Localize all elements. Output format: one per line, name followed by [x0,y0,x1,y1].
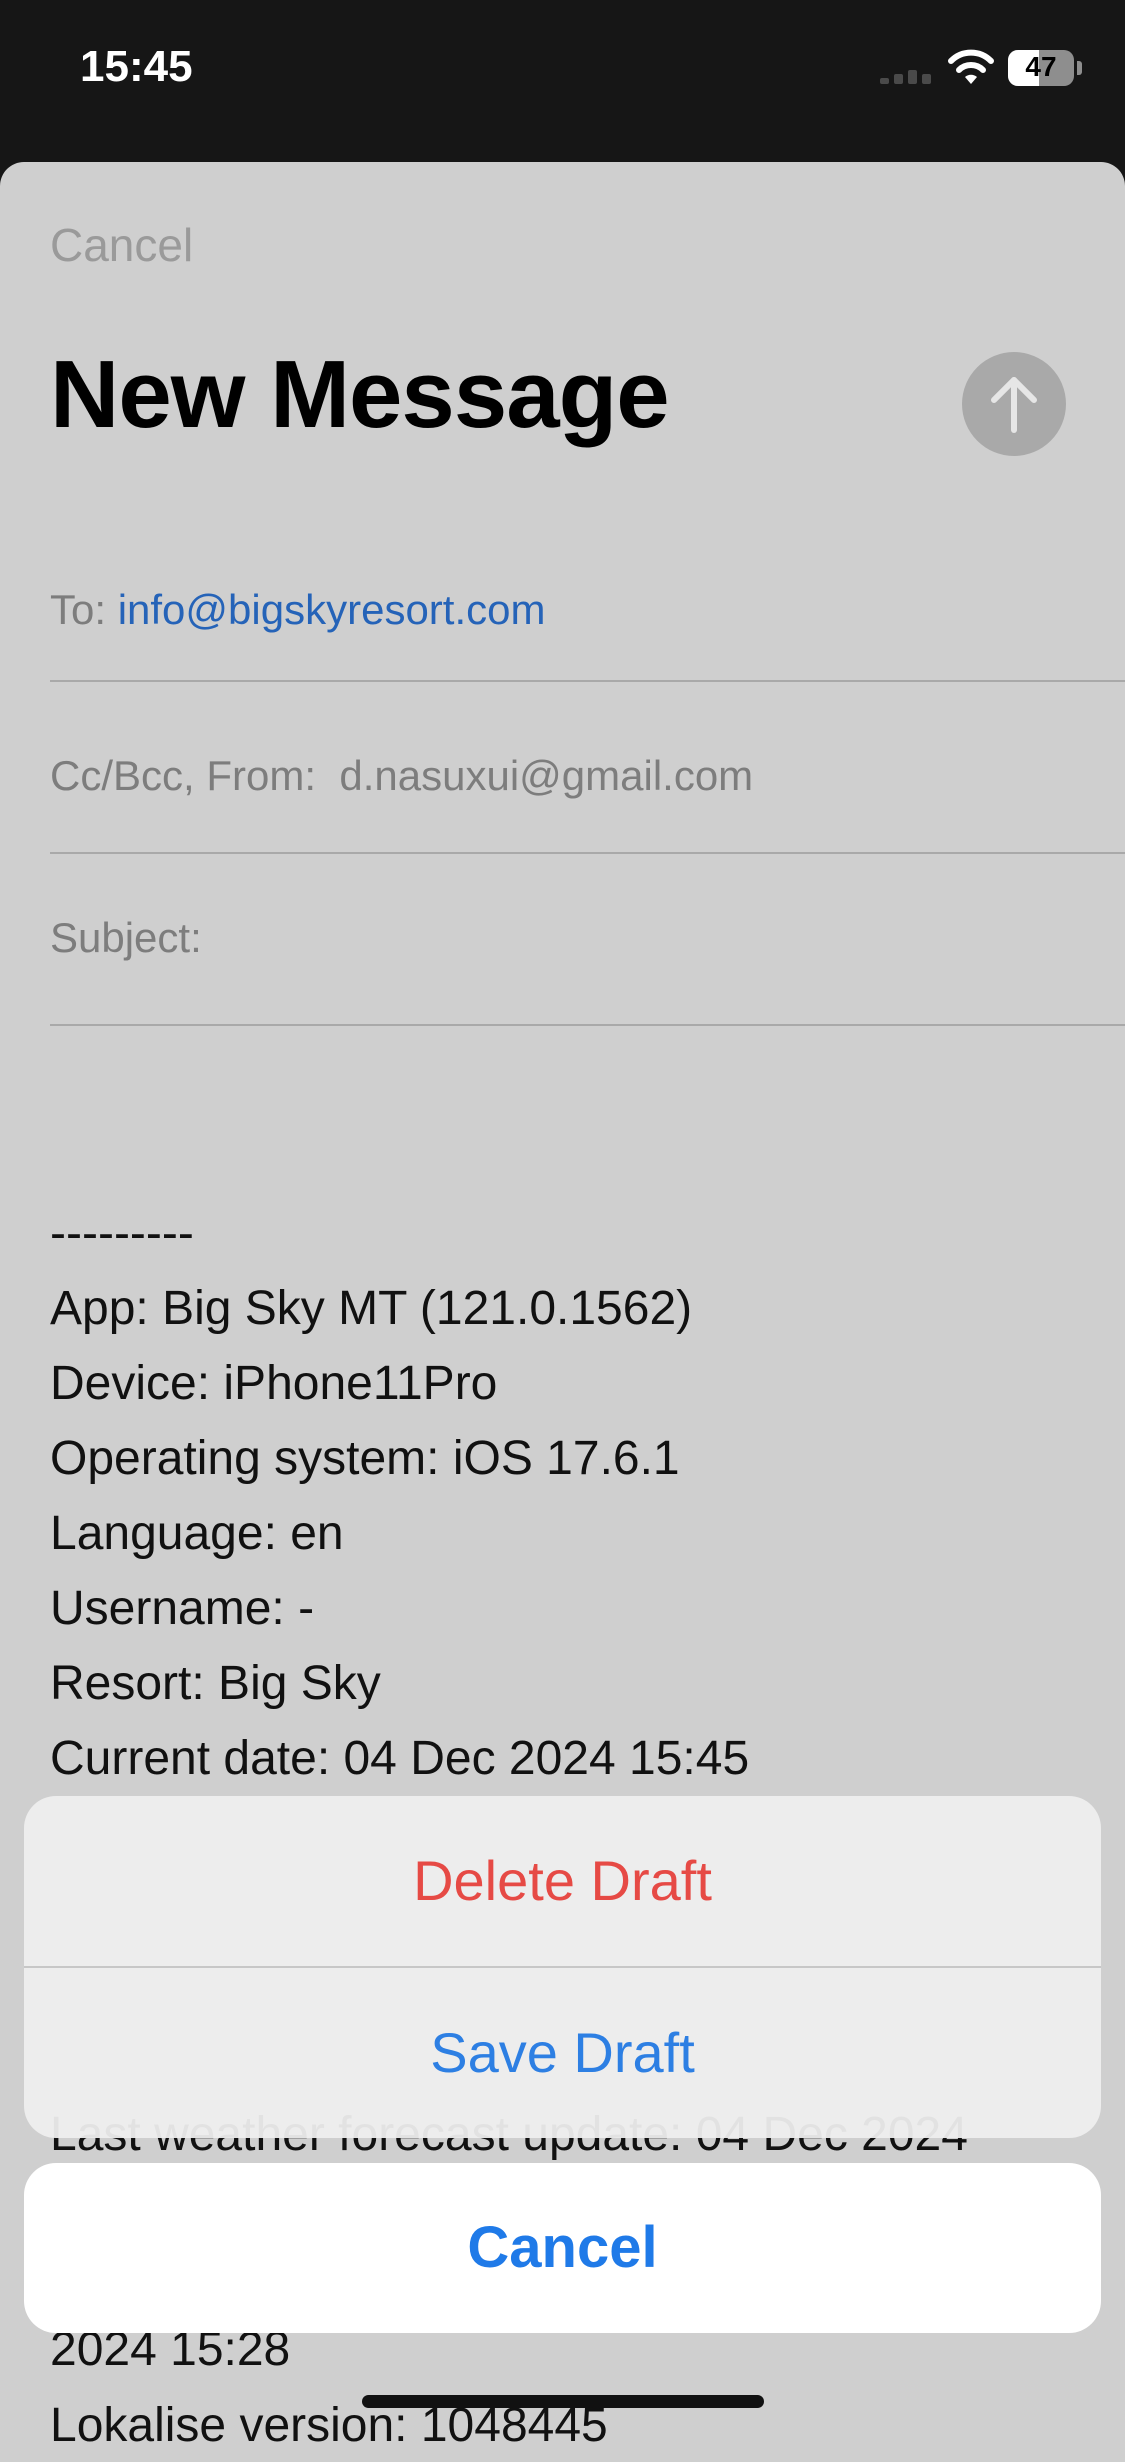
ccbcc-from-field[interactable]: Cc/Bcc, From: d.nasuxui@gmail.com [50,682,1125,854]
from-address[interactable]: d.nasuxui@gmail.com [339,752,753,799]
status-bar: 15:45 47 [0,0,1125,150]
body-line-app: App: Big Sky MT (121.0.1562) [50,1282,693,1335]
body-line-os: Operating system: iOS 17.6.1 [50,1432,680,1485]
ccbcc-from-label: Cc/Bcc, From: [50,752,317,799]
battery-percent: 47 [1025,51,1057,82]
status-time: 15:45 [80,42,193,91]
cellular-signal-icon [880,64,936,84]
draft-action-group: Delete Draft Save Draft [24,1796,1101,2138]
to-field[interactable]: To: info@bigskyresort.com [50,542,1125,682]
body-line-username: Username: - [50,1582,315,1635]
to-label: To: [50,586,107,633]
body-line-device: Device: iPhone11Pro [50,1357,498,1410]
home-indicator [362,2395,764,2408]
message-body[interactable]: --------- App: Big Sky MT (121.0.1562) D… [50,1196,749,1796]
send-button[interactable] [962,352,1066,456]
body-separator: --------- [50,1207,194,1260]
save-draft-button[interactable]: Save Draft [24,1968,1101,2138]
arrow-up-icon [991,377,1037,433]
battery-tip [1077,61,1082,75]
subject-label: Subject: [50,914,202,961]
battery-icon: 47 [1008,50,1074,86]
page-title: New Message [50,341,670,448]
body-line-current-date: Current date: 04 Dec 2024 15:45 [50,1732,750,1785]
compose-cancel-button[interactable]: Cancel [50,218,193,272]
body-line-resort: Resort: Big Sky [50,1657,381,1710]
wifi-icon [948,49,994,84]
to-recipient[interactable]: info@bigskyresort.com [118,586,546,633]
body-line-language: Language: en [50,1507,344,1560]
delete-draft-button[interactable]: Delete Draft [24,1796,1101,1966]
subject-field[interactable]: Subject: [50,854,1125,1026]
action-cancel-button[interactable]: Cancel [24,2163,1101,2333]
